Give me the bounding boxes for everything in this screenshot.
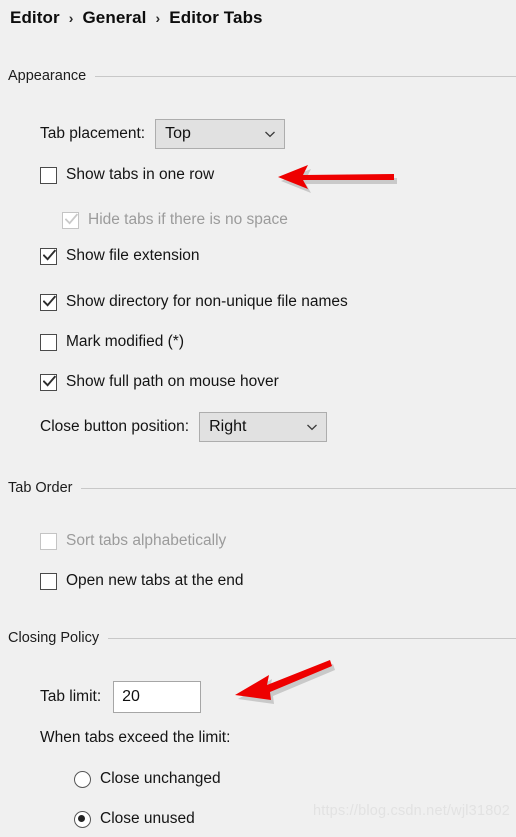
checkbox-row-mark-modified[interactable]: Mark modified (*) xyxy=(40,333,184,351)
checkbox-hide-tabs-if-no-space xyxy=(62,211,79,229)
radio-row-close-unused[interactable]: Close unused xyxy=(74,810,195,828)
checkbox-label: Show directory for non-unique file names xyxy=(66,293,348,310)
tab-limit-row: Tab limit: 20 xyxy=(40,681,202,713)
checkbox-label: Open new tabs at the end xyxy=(66,572,244,589)
radio-label: Close unchanged xyxy=(100,770,221,787)
tab-limit-label: Tab limit: xyxy=(40,688,102,705)
checkbox-label: Sort tabs alphabetically xyxy=(66,532,227,549)
section-header-tab-order: Tab Order xyxy=(8,480,516,496)
breadcrumb-separator-icon: › xyxy=(68,10,74,26)
section-title: Tab Order xyxy=(8,480,73,496)
checkbox-row-sort-tabs-alphabetically: Sort tabs alphabetically xyxy=(40,532,226,550)
when-tabs-exceed-limit-label: When tabs exceed the limit: xyxy=(40,729,231,746)
tab-placement-label: Tab placement: xyxy=(40,125,146,142)
breadcrumb-item-general[interactable]: General xyxy=(82,8,146,28)
checkbox-row-show-tabs-in-one-row[interactable]: Show tabs in one row xyxy=(40,166,214,184)
radio-close-unused[interactable] xyxy=(74,810,91,828)
checkmark-icon xyxy=(65,212,78,227)
checkbox-show-tabs-in-one-row[interactable] xyxy=(40,166,57,184)
arrow-tab-limit xyxy=(228,652,343,707)
tab-placement-value: Top xyxy=(165,125,191,142)
close-button-position-label: Close button position: xyxy=(40,418,190,435)
section-divider xyxy=(81,487,516,489)
breadcrumb-item-editor-tabs: Editor Tabs xyxy=(169,8,263,27)
radio-row-close-unchanged[interactable]: Close unchanged xyxy=(74,770,221,788)
tab-placement-dropdown[interactable]: Top xyxy=(155,119,286,149)
tab-limit-input[interactable]: 20 xyxy=(113,681,202,713)
breadcrumb-item-editor[interactable]: Editor xyxy=(10,8,60,28)
checkmark-icon xyxy=(43,374,56,389)
tab-placement-row: Tab placement: Top xyxy=(40,119,286,149)
radio-selected-dot xyxy=(78,814,86,822)
checkbox-label: Hide tabs if there is no space xyxy=(88,211,288,228)
checkmark-icon xyxy=(43,294,56,309)
checkbox-label: Show file extension xyxy=(66,247,200,264)
section-title: Closing Policy xyxy=(8,630,100,646)
watermark: https://blog.csdn.net/wjl31802 xyxy=(312,803,510,819)
checkbox-sort-tabs-alphabetically xyxy=(40,532,57,550)
section-header-appearance: Appearance xyxy=(8,68,516,84)
breadcrumb: Editor › General › Editor Tabs xyxy=(10,5,263,31)
chevron-down-icon xyxy=(262,126,278,142)
when-tabs-exceed-label-row: When tabs exceed the limit: xyxy=(40,729,230,747)
checkmark-icon xyxy=(43,248,56,263)
checkbox-label: Show full path on mouse hover xyxy=(66,373,279,390)
checkbox-show-file-extension[interactable] xyxy=(40,247,57,265)
radio-label: Close unused xyxy=(100,810,195,827)
close-button-position-value: Right xyxy=(209,418,247,435)
arrow-show-tabs-in-one-row xyxy=(268,155,408,201)
section-divider xyxy=(95,75,516,77)
chevron-down-icon xyxy=(304,419,320,435)
checkbox-row-show-full-path-hover[interactable]: Show full path on mouse hover xyxy=(40,373,279,391)
checkbox-mark-modified[interactable] xyxy=(40,333,57,351)
section-divider xyxy=(108,637,516,639)
section-header-closing-policy: Closing Policy xyxy=(8,630,516,646)
checkbox-show-directory-non-unique[interactable] xyxy=(40,293,57,311)
checkbox-row-hide-tabs-if-no-space: Hide tabs if there is no space xyxy=(62,211,288,229)
checkbox-label: Mark modified (*) xyxy=(66,333,184,350)
checkbox-show-full-path-hover[interactable] xyxy=(40,373,57,391)
section-title: Appearance xyxy=(8,68,87,84)
checkbox-open-new-tabs-at-end[interactable] xyxy=(40,572,57,590)
radio-close-unchanged[interactable] xyxy=(74,770,91,788)
close-button-position-dropdown[interactable]: Right xyxy=(199,412,328,442)
checkbox-row-show-file-extension[interactable]: Show file extension xyxy=(40,247,200,265)
checkbox-row-open-new-tabs-at-end[interactable]: Open new tabs at the end xyxy=(40,572,244,590)
checkbox-row-show-directory-non-unique[interactable]: Show directory for non-unique file names xyxy=(40,293,348,311)
checkbox-label: Show tabs in one row xyxy=(66,166,215,183)
close-button-position-row: Close button position: Right xyxy=(40,412,328,442)
breadcrumb-separator-icon: › xyxy=(155,10,161,26)
